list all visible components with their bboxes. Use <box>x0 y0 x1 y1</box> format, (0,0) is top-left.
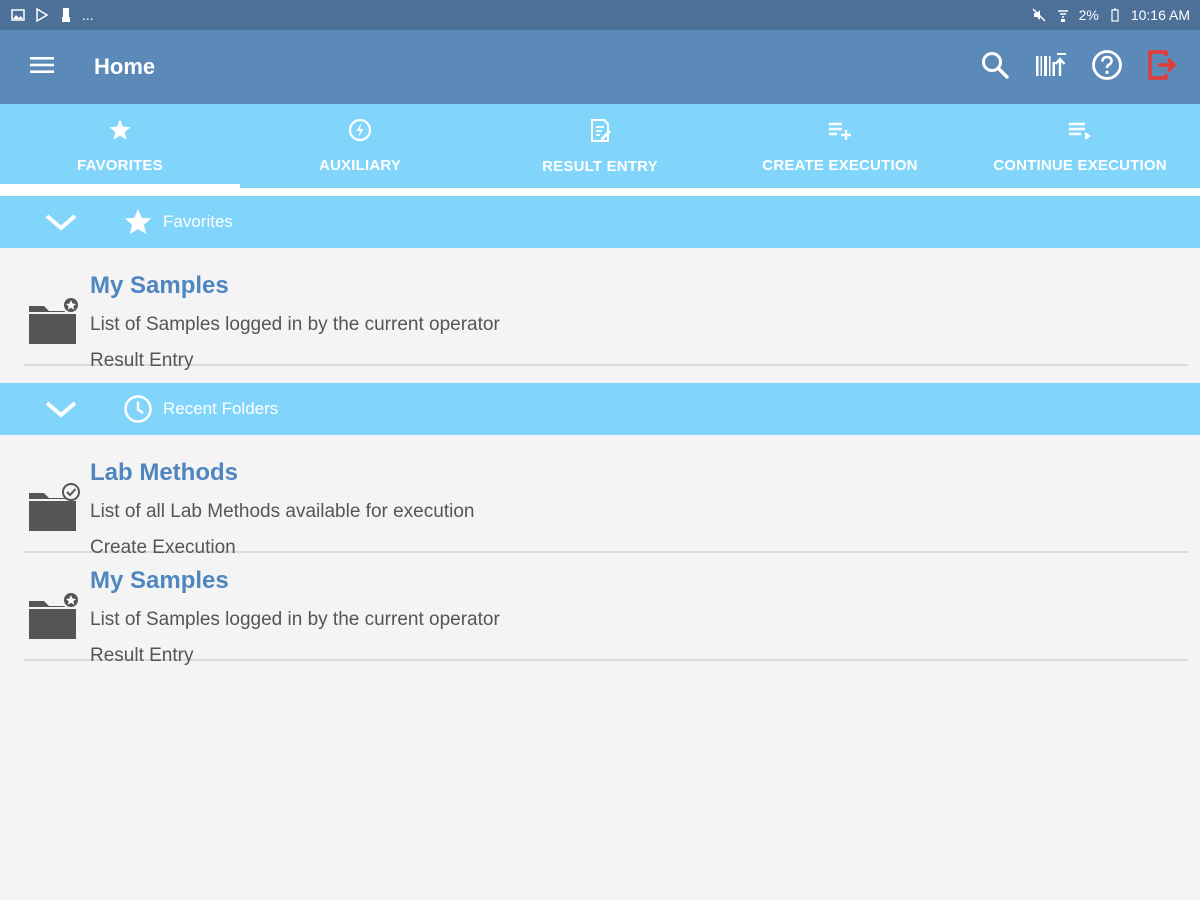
tab-label: FAVORITES <box>77 157 163 174</box>
status-bar: ... 2% 10:16 AM <box>0 0 1200 30</box>
battery-icon <box>1107 7 1123 23</box>
tab-create-execution[interactable]: CREATE EXECUTION <box>720 104 960 188</box>
battery-level: 2% <box>1078 7 1099 23</box>
status-notifications: ... <box>10 7 94 23</box>
logout-button[interactable] <box>1146 48 1180 87</box>
folder-star-icon <box>26 591 82 641</box>
folder-star-icon <box>26 296 82 346</box>
hamburger-icon <box>29 55 55 80</box>
section-header-recent-folders[interactable]: Recent Folders <box>0 383 1200 435</box>
tab-label: CONTINUE EXECUTION <box>993 157 1167 174</box>
image-notification-icon <box>10 7 26 23</box>
playlist-add-icon <box>827 118 853 147</box>
item-description: List of all Lab Methods available for ex… <box>90 501 475 522</box>
clock-icon <box>122 394 154 424</box>
lightning-circle-icon <box>348 118 372 147</box>
item-type: Result Entry <box>90 645 194 666</box>
help-circle-icon <box>1091 49 1123 86</box>
section-label: Favorites <box>163 212 233 231</box>
help-button[interactable] <box>1090 49 1124 86</box>
tab-result-entry[interactable]: RESULT ENTRY <box>480 104 720 188</box>
item-description: List of Samples logged in by the current… <box>90 609 500 630</box>
app-bar: Home <box>0 30 1200 104</box>
tab-divider <box>0 188 1200 196</box>
wifi-icon <box>1055 7 1071 23</box>
item-title: Lab Methods <box>90 459 238 486</box>
mute-icon <box>1031 7 1047 23</box>
section-header-favorites[interactable]: Favorites <box>0 196 1200 248</box>
tab-label: RESULT ENTRY <box>542 158 658 175</box>
chevron-down-icon <box>0 399 122 419</box>
status-more: ... <box>82 7 94 23</box>
star-icon <box>108 118 132 147</box>
folder-check-icon <box>26 483 82 533</box>
exit-icon <box>1146 48 1180 87</box>
search-icon <box>980 50 1010 85</box>
tab-bar: FAVORITES AUXILIARY RESULT ENTRY CREATE … <box>0 104 1200 188</box>
item-title: My Samples <box>90 567 229 594</box>
tab-label: CREATE EXECUTION <box>762 157 918 174</box>
item-title: My Samples <box>90 272 229 299</box>
item-type: Result Entry <box>90 350 194 371</box>
chevron-down-icon <box>0 212 122 232</box>
tab-favorites[interactable]: FAVORITES <box>0 104 240 188</box>
section-label: Recent Folders <box>163 399 279 418</box>
list-item-recent-lab-methods[interactable]: Lab Methods List of all Lab Methods avai… <box>24 445 1188 558</box>
usb-icon <box>58 7 74 23</box>
barcode-upload-icon <box>1034 50 1068 85</box>
tab-auxiliary[interactable]: AUXILIARY <box>240 104 480 188</box>
barcode-scan-button[interactable] <box>1034 50 1068 84</box>
menu-button[interactable] <box>0 30 84 104</box>
playlist-play-icon <box>1067 118 1093 147</box>
list-item-recent-my-samples[interactable]: My Samples List of Samples logged in by … <box>24 553 1188 666</box>
play-store-icon <box>34 7 50 23</box>
star-icon <box>122 207 154 237</box>
clock: 10:16 AM <box>1130 7 1190 23</box>
tab-continue-execution[interactable]: CONTINUE EXECUTION <box>960 104 1200 188</box>
page-title: Home <box>94 54 156 79</box>
list-item-favorite-my-samples[interactable]: My Samples List of Samples logged in by … <box>24 258 1188 371</box>
app-actions <box>978 30 1180 104</box>
search-button[interactable] <box>978 50 1012 84</box>
item-description: List of Samples logged in by the current… <box>90 314 500 335</box>
status-system: 2% 10:16 AM <box>1031 7 1190 23</box>
tab-label: AUXILIARY <box>318 157 402 174</box>
clipboard-edit-icon <box>588 117 612 148</box>
